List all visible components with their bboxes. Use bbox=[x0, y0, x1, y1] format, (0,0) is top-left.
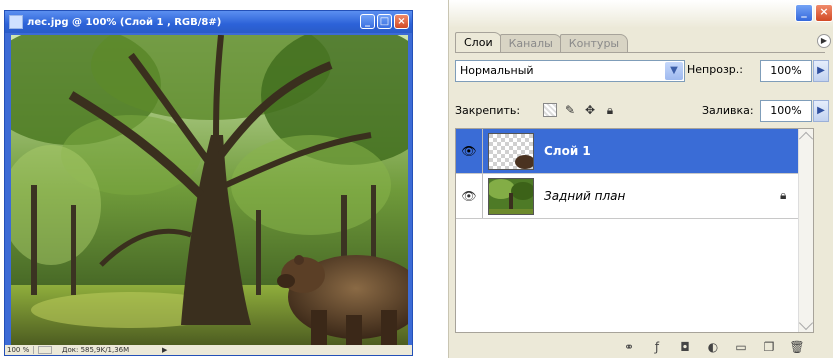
document-titlebar[interactable]: лес.jpg @ 100% (Слой 1 , RGB/8#) _ □ × bbox=[5, 11, 412, 33]
bear-thumbnail bbox=[515, 155, 533, 169]
layers-scrollbar[interactable] bbox=[798, 129, 814, 332]
blend-mode-value: Нормальный bbox=[460, 64, 534, 77]
chevron-down-icon[interactable]: ▼ bbox=[665, 62, 683, 80]
scroll-down-icon[interactable] bbox=[798, 315, 814, 331]
document-title: лес.jpg @ 100% (Слой 1 , RGB/8#) bbox=[27, 16, 222, 28]
panel-close-button[interactable]: × bbox=[815, 4, 833, 22]
photoshop-doc-icon bbox=[9, 15, 23, 29]
adjustment-layer-icon[interactable]: ◐ bbox=[706, 340, 720, 354]
fill-slider-button[interactable]: ▶ bbox=[813, 100, 829, 122]
layer-thumbnail bbox=[488, 133, 534, 170]
tab-channels[interactable]: Каналы bbox=[499, 34, 562, 52]
tab-layers[interactable]: Слои bbox=[455, 32, 502, 52]
zoom-level[interactable]: 100 % bbox=[5, 346, 34, 354]
layer-row-background[interactable]: 👁︎ Задний план 🔒︎ bbox=[456, 174, 813, 219]
status-menu-arrow[interactable]: ▶ bbox=[162, 346, 170, 354]
new-group-icon[interactable]: ▭ bbox=[734, 340, 748, 354]
layers-bottom-toolbar: ⚭ ƒ ◘ ◐ ▭ ❐ 🗑︎ bbox=[455, 336, 814, 358]
layer-thumbnail bbox=[488, 178, 534, 215]
panel-tabs: Слои Каналы Контуры bbox=[455, 32, 825, 53]
lock-all-icon[interactable]: 🔒︎ bbox=[603, 103, 617, 117]
lock-icon: 🔒︎ bbox=[780, 188, 787, 202]
document-canvas[interactable] bbox=[11, 35, 408, 347]
forest-bear-image bbox=[11, 35, 408, 347]
lock-brush-icon[interactable]: ✎ bbox=[563, 103, 577, 117]
document-status-bar: 100 % Док: 585,9K/1,36M ▶ bbox=[5, 345, 412, 355]
trash-icon[interactable]: 🗑︎ bbox=[789, 340, 804, 354]
lock-options: ✎ ✥ 🔒︎ bbox=[543, 103, 617, 117]
opacity-slider-button[interactable]: ▶ bbox=[813, 60, 829, 82]
window-controls: _ □ × bbox=[360, 14, 409, 29]
new-layer-icon[interactable]: ❐ bbox=[762, 340, 776, 354]
lock-transparency-icon[interactable] bbox=[543, 103, 557, 117]
document-window: лес.jpg @ 100% (Слой 1 , RGB/8#) _ □ × 1… bbox=[4, 10, 413, 356]
layer-style-icon[interactable]: ƒ bbox=[650, 340, 664, 354]
lock-fill-row: Закрепить: ✎ ✥ 🔒︎ Заливка: 100% ▶ bbox=[455, 100, 831, 124]
blend-mode-select[interactable]: Нормальный ▼ bbox=[455, 60, 685, 82]
mask-icon[interactable]: ◘ bbox=[678, 340, 692, 354]
link-icon[interactable]: ⚭ bbox=[622, 340, 636, 354]
document-size-info: Док: 585,9K/1,36M bbox=[62, 346, 130, 354]
panel-menu-button[interactable]: ▶ bbox=[817, 34, 831, 48]
panel-minimize-button[interactable]: _ bbox=[795, 4, 813, 22]
layer-divider bbox=[482, 129, 483, 173]
maximize-button[interactable]: □ bbox=[377, 14, 392, 29]
forest-thumbnail bbox=[489, 179, 533, 214]
tab-paths[interactable]: Контуры bbox=[559, 34, 629, 52]
layer-divider bbox=[482, 174, 483, 218]
eye-icon[interactable]: 👁︎ bbox=[460, 187, 478, 205]
minimize-button[interactable]: _ bbox=[360, 14, 375, 29]
fill-label: Заливка: bbox=[702, 104, 754, 117]
panel-titlebar[interactable] bbox=[449, 0, 833, 28]
layers-panel: _ × Слои Каналы Контуры ▶ Нормальный ▼ Н… bbox=[448, 0, 833, 358]
lock-position-icon[interactable]: ✥ bbox=[583, 103, 597, 117]
layers-list: 👁︎ Слой 1 👁︎ Задний план 🔒︎ bbox=[455, 128, 814, 333]
lock-label: Закрепить: bbox=[455, 104, 521, 117]
scroll-up-icon[interactable] bbox=[798, 131, 814, 146]
close-button[interactable]: × bbox=[394, 14, 409, 29]
opacity-label: Непрозр.: bbox=[687, 63, 743, 76]
fill-input[interactable]: 100% bbox=[760, 100, 812, 122]
opacity-input[interactable]: 100% bbox=[760, 60, 812, 82]
layer-row-layer1[interactable]: 👁︎ Слой 1 bbox=[456, 129, 813, 174]
eye-icon[interactable]: 👁︎ bbox=[460, 142, 478, 160]
layer-name[interactable]: Слой 1 bbox=[544, 144, 591, 158]
layer-name[interactable]: Задний план bbox=[544, 189, 625, 203]
blend-opacity-row: Нормальный ▼ Непрозр.: 100% ▶ bbox=[455, 60, 831, 84]
navigator-icon[interactable] bbox=[38, 346, 52, 354]
